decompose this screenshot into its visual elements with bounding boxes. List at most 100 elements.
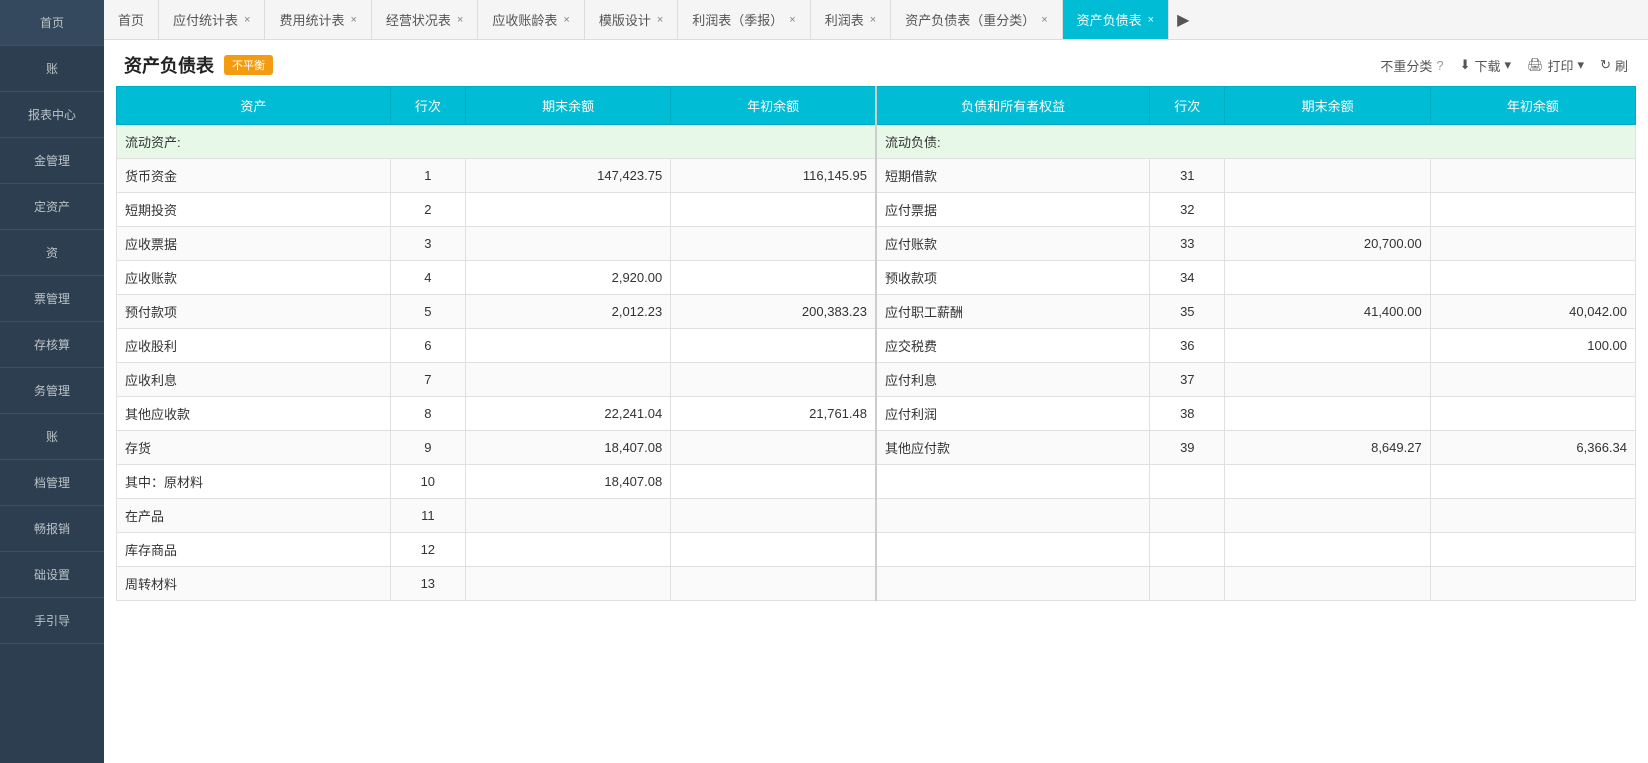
sidebar-item-guide[interactable]: 手引导: [0, 598, 104, 644]
tab-close-profit-quarterly[interactable]: ×: [789, 14, 795, 26]
sidebar-item-fixed-assets[interactable]: 定资产: [0, 184, 104, 230]
asset-label: 短期投资: [117, 193, 391, 227]
end-balance: 18,407.08: [465, 465, 670, 499]
year-start-balance: [671, 567, 876, 601]
liability-label: 应付票据: [876, 193, 1150, 227]
tab-close-template-design[interactable]: ×: [657, 14, 663, 26]
tab-business-status[interactable]: 经营状况表×: [372, 0, 478, 40]
end-balance2: [1225, 533, 1430, 567]
liability-label: 其他应付款: [876, 431, 1150, 465]
page-header: 资产负债表 不平衡 不重分类 ? ⬇ 下载 ▾ 🖨 打印 ▾ ↻ 刷: [104, 40, 1648, 86]
header-liability: 负债和所有者权益: [876, 87, 1150, 125]
sidebar-item-fund-mgmt[interactable]: 金管理: [0, 138, 104, 184]
year-start-balance2: [1430, 533, 1635, 567]
row-num2: 36: [1150, 329, 1225, 363]
row-num2: [1150, 465, 1225, 499]
tab-ap-stats[interactable]: 应付统计表×: [159, 0, 265, 40]
year-start-balance2: [1430, 193, 1635, 227]
tab-close-business-status[interactable]: ×: [457, 14, 463, 26]
tab-profit-quarterly[interactable]: 利润表（季报）×: [678, 0, 810, 40]
sidebar-item-home[interactable]: 首页: [0, 0, 104, 46]
asset-label: 周转材料: [117, 567, 391, 601]
sidebar-item-inventory-calc[interactable]: 存核算: [0, 322, 104, 368]
liability-label: [876, 499, 1150, 533]
end-balance: 147,423.75: [465, 159, 670, 193]
year-start-balance2: [1430, 159, 1635, 193]
row-num: 7: [390, 363, 465, 397]
year-start-balance2: [1430, 227, 1635, 261]
sidebar-item-tax-mgmt[interactable]: 务管理: [0, 368, 104, 414]
table-row: 其中：原材料 10 18,407.08: [117, 465, 1636, 499]
end-balance2: [1225, 465, 1430, 499]
sidebar-item-ledger[interactable]: 账: [0, 414, 104, 460]
tab-scroll-arrow[interactable]: ▶: [1169, 10, 1197, 30]
row-num: 13: [390, 567, 465, 601]
table-row: 货币资金 1 147,423.75 116,145.95 短期借款 31: [117, 159, 1636, 193]
liability-label: 应付账款: [876, 227, 1150, 261]
tab-balance-sheet[interactable]: 资产负债表×: [1063, 0, 1169, 40]
download-button[interactable]: ⬇ 下载 ▾: [1460, 56, 1511, 75]
refresh-icon: ↻: [1600, 57, 1611, 73]
end-balance: [465, 499, 670, 533]
end-balance: [465, 329, 670, 363]
tab-close-balance-reclassify[interactable]: ×: [1041, 14, 1047, 26]
question-icon[interactable]: ?: [1436, 58, 1443, 73]
refresh-button[interactable]: ↻ 刷: [1600, 56, 1628, 75]
tab-label-expense-stats: 费用统计表: [279, 10, 344, 29]
section-current-assets-row: 流动资产: 流动负债:: [117, 125, 1636, 159]
year-start-balance: [671, 261, 876, 295]
year-start-balance: [671, 533, 876, 567]
header-actions: 不重分类 ? ⬇ 下载 ▾ 🖨 打印 ▾ ↻ 刷: [1380, 56, 1628, 75]
sidebar-item-report-center[interactable]: 报表中心: [0, 92, 104, 138]
year-start-balance2: 40,042.00: [1430, 295, 1635, 329]
end-balance2: [1225, 567, 1430, 601]
sidebar-item-basic-settings[interactable]: 础设置: [0, 552, 104, 598]
tab-label-template-design: 模版设计: [599, 10, 651, 29]
year-start-balance2: 100.00: [1430, 329, 1635, 363]
tab-expense-stats[interactable]: 费用统计表 ×: [265, 0, 371, 40]
end-balance: [465, 567, 670, 601]
tab-close-profit-table[interactable]: ×: [870, 14, 876, 26]
year-start-balance: [671, 431, 876, 465]
row-num2: [1150, 499, 1225, 533]
sidebar-item-account[interactable]: 账: [0, 46, 104, 92]
end-balance: [465, 193, 670, 227]
asset-label: 其他应收款: [117, 397, 391, 431]
liability-label: 短期借款: [876, 159, 1150, 193]
tab-ar-aging[interactable]: 应收账龄表×: [478, 0, 584, 40]
unbalanced-badge: 不平衡: [224, 55, 273, 75]
year-start-balance: [671, 363, 876, 397]
table-row: 短期投资 2 应付票据 32: [117, 193, 1636, 227]
liability-label: 应交税费: [876, 329, 1150, 363]
tab-balance-reclassify[interactable]: 资产负债表（重分类）×: [891, 0, 1062, 40]
sidebar-item-ticket-mgmt[interactable]: 票管理: [0, 276, 104, 322]
print-button[interactable]: 🖨 打印 ▾: [1527, 56, 1584, 75]
asset-label: 货币资金: [117, 159, 391, 193]
tab-close-expense-stats[interactable]: ×: [350, 14, 356, 26]
tab-home[interactable]: 首页: [104, 0, 159, 40]
sidebar-item-sales[interactable]: 畅报销: [0, 506, 104, 552]
row-num: 6: [390, 329, 465, 363]
tab-template-design[interactable]: 模版设计 ×: [585, 0, 678, 40]
table-row: 应收利息 7 应付利息 37: [117, 363, 1636, 397]
tab-close-ap-stats[interactable]: ×: [244, 14, 250, 26]
end-balance2: 41,400.00: [1225, 295, 1430, 329]
year-start-balance: 200,383.23: [671, 295, 876, 329]
table-row: 应收股利 6 应交税费 36 100.00: [117, 329, 1636, 363]
no-classify-section: 不重分类 ?: [1380, 56, 1443, 75]
year-start-balance: [671, 465, 876, 499]
tab-close-balance-sheet[interactable]: ×: [1148, 14, 1154, 26]
current-liabilities-label: 流动负债:: [876, 125, 1636, 159]
tab-close-ar-aging[interactable]: ×: [563, 14, 569, 26]
table-row: 应收账款 4 2,920.00 预收款项 34: [117, 261, 1636, 295]
sidebar: 首页账报表中心金管理定资产资票管理存核算务管理账档管理畅报销础设置手引导: [0, 0, 104, 763]
sidebar-item-invest[interactable]: 资: [0, 230, 104, 276]
end-balance2: [1225, 329, 1430, 363]
end-balance2: [1225, 159, 1430, 193]
current-assets-label: 流动资产:: [117, 125, 876, 159]
asset-label: 存货: [117, 431, 391, 465]
tab-profit-table[interactable]: 利润表×: [811, 0, 891, 40]
year-start-balance: 21,761.48: [671, 397, 876, 431]
sidebar-item-archive-mgmt[interactable]: 档管理: [0, 460, 104, 506]
year-start-balance2: 6,366.34: [1430, 431, 1635, 465]
